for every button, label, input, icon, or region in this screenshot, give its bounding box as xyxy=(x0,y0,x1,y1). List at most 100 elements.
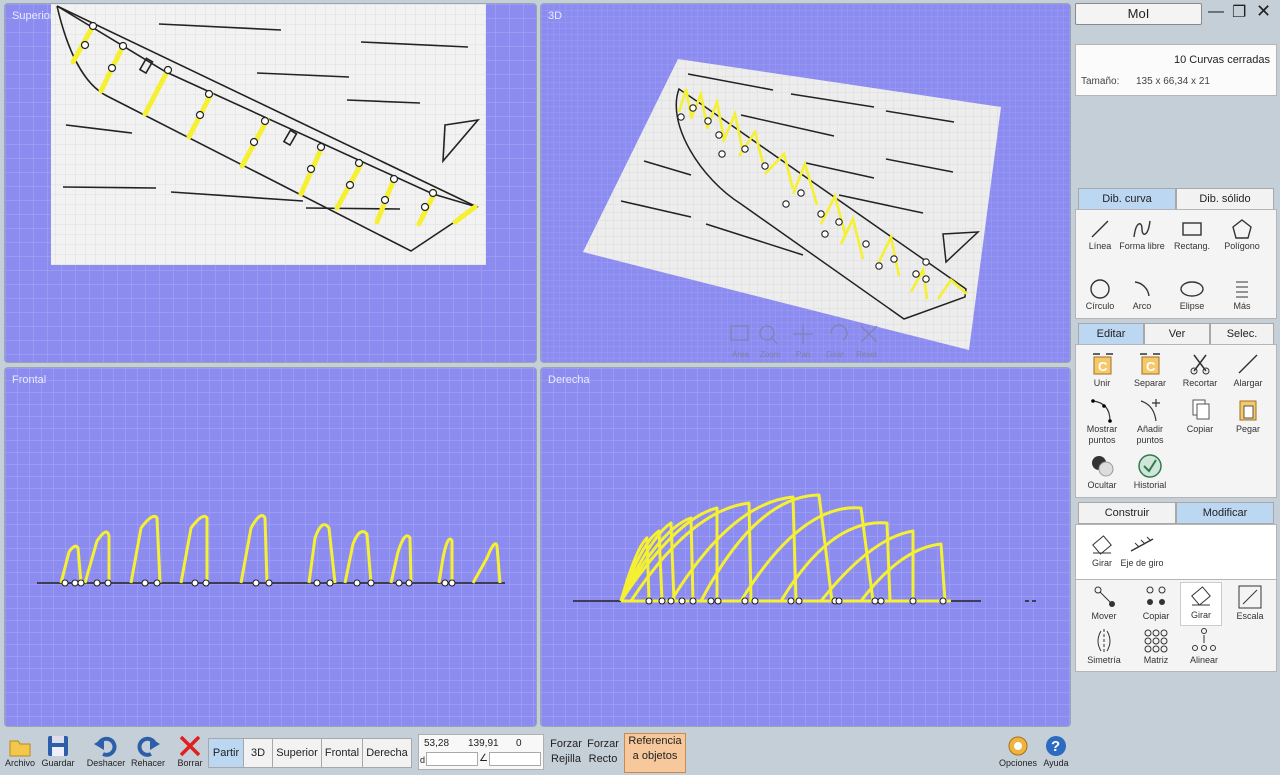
viewport-right-title[interactable]: Derecha xyxy=(548,374,590,386)
object-snap-button[interactable]: Referencia a objetos xyxy=(624,733,686,773)
array-icon xyxy=(1144,629,1168,653)
tab-draw-curve[interactable]: Dib. curva xyxy=(1078,188,1176,210)
viewport-front-title[interactable]: Frontal xyxy=(12,374,46,386)
minimize-icon[interactable]: — xyxy=(1208,3,1224,21)
history-tool[interactable]: Historial xyxy=(1126,453,1174,491)
svg-text:Zoom[interactable]: Zoom xyxy=(760,350,781,359)
copy-objects-icon xyxy=(1146,586,1166,605)
extend-icon xyxy=(1238,354,1258,374)
redo-button[interactable]: Rehacer xyxy=(128,734,168,768)
move-tool[interactable]: Mover xyxy=(1080,584,1128,622)
transform-tabs: Construir Modificar xyxy=(1078,502,1274,524)
right-view-canvas xyxy=(541,368,1070,726)
undo-icon xyxy=(94,736,117,757)
file-button[interactable]: Archivo xyxy=(2,734,38,768)
mirror-tool[interactable]: Simetría xyxy=(1080,628,1128,666)
svg-text:Girar[interactable]: Girar xyxy=(826,350,844,359)
rotate-icon xyxy=(1092,535,1112,555)
freeform-tool[interactable]: Forma libre xyxy=(1118,218,1166,252)
extend-tool[interactable]: Alargar xyxy=(1224,351,1272,389)
align-tool[interactable]: Alinear xyxy=(1180,628,1228,666)
paste-tool[interactable]: Pegar xyxy=(1224,397,1272,435)
viewport-top-title[interactable]: Superior xyxy=(12,10,54,22)
show-points-tool[interactable]: Mostrar puntos xyxy=(1078,397,1126,446)
viewport-right[interactable]: Derecha xyxy=(540,367,1071,727)
tab-modify[interactable]: Modificar xyxy=(1176,502,1274,524)
svg-text:C: C xyxy=(1146,359,1156,374)
save-icon xyxy=(48,736,68,756)
snap-straight-button[interactable]: Forzar Recto xyxy=(585,737,621,767)
tab-draw-solid[interactable]: Dib. sólido xyxy=(1176,188,1274,210)
show-points-icon xyxy=(1091,399,1112,423)
view-split-button[interactable]: Partir xyxy=(208,738,244,768)
join-icon: C xyxy=(1093,353,1113,375)
align-icon xyxy=(1192,628,1216,651)
app-title-box: MoI xyxy=(1075,3,1202,25)
helix-icon xyxy=(1236,281,1248,298)
polygon-tool[interactable]: Polígono xyxy=(1218,218,1266,252)
view-front-button[interactable]: Frontal xyxy=(321,738,363,768)
join-tool[interactable]: C Unir xyxy=(1078,351,1126,389)
maximize-icon[interactable]: ❐ xyxy=(1232,2,1246,22)
scale-tool[interactable]: Escala xyxy=(1226,584,1274,622)
side-panel: MoI — ❐ ✕ 10 Curvas cerradas Tamaño: 135… xyxy=(1074,0,1280,730)
view-top-button[interactable]: Superior xyxy=(272,738,322,768)
angle-label: ∠ xyxy=(479,753,488,764)
viewport-front[interactable]: Frontal xyxy=(4,367,537,727)
ellipse-icon xyxy=(1180,281,1204,297)
hide-tool[interactable]: Ocultar xyxy=(1078,453,1126,491)
draw-tabs: Dib. curva Dib. sólido xyxy=(1078,188,1274,210)
close-icon[interactable]: ✕ xyxy=(1256,1,1271,22)
array-tool[interactable]: Matriz xyxy=(1132,628,1180,666)
line-tool[interactable]: Línea xyxy=(1076,218,1124,252)
help-button[interactable]: ? Ayuda xyxy=(1036,734,1076,768)
viewport-3d-title[interactable]: 3D xyxy=(548,10,562,22)
viewport-3d[interactable]: 3D Área Zoom Pan Girar Reset xyxy=(540,3,1071,363)
distance-input[interactable] xyxy=(426,752,478,766)
tab-edit[interactable]: Editar xyxy=(1078,323,1144,345)
copy-transform-tool[interactable]: Copiar xyxy=(1132,584,1180,622)
history-icon xyxy=(1138,454,1162,478)
options-icon xyxy=(1008,736,1028,756)
polygon-icon xyxy=(1232,219,1252,239)
hide-icon xyxy=(1092,456,1114,477)
arc-tool[interactable]: Arco xyxy=(1118,278,1166,312)
draw-curve-panel: Línea Forma libre Rectang. Polígono Círc… xyxy=(1075,209,1277,319)
more-tool[interactable]: Más xyxy=(1218,278,1266,312)
svg-text:Pan[interactable]: Pan xyxy=(796,350,810,359)
tab-construct[interactable]: Construir xyxy=(1078,502,1176,524)
rotate-axis-tool[interactable]: Eje de giro xyxy=(1118,533,1166,569)
properties-box: 10 Curvas cerradas Tamaño: 135 x 66,34 x… xyxy=(1075,44,1277,96)
tab-select[interactable]: Selec. xyxy=(1210,323,1274,345)
coord-x: 53,28 xyxy=(424,738,450,749)
svg-text:Reset[interactable]: Reset xyxy=(856,350,878,359)
rectangle-icon xyxy=(1182,222,1202,236)
undo-button[interactable]: Deshacer xyxy=(86,734,126,768)
rectangle-tool[interactable]: Rectang. xyxy=(1168,218,1216,252)
svg-text:C: C xyxy=(1098,359,1108,374)
svg-text:Área[interactable]: Área xyxy=(732,350,749,359)
save-button[interactable]: Guardar xyxy=(40,734,76,768)
coord-z: 0 xyxy=(516,738,522,749)
rotate-subpanel: Girar Eje de giro xyxy=(1075,524,1277,581)
viewport-top[interactable]: Superior xyxy=(4,3,537,363)
rotate-tool[interactable]: Girar xyxy=(1180,582,1222,626)
tab-view[interactable]: Ver xyxy=(1144,323,1210,345)
snap-grid-button[interactable]: Forzar Rejilla xyxy=(548,737,584,767)
copy-tool[interactable]: Copiar xyxy=(1176,397,1224,435)
redo-icon xyxy=(137,736,160,757)
delete-button[interactable]: Borrar xyxy=(172,734,208,768)
view-3d-button[interactable]: 3D xyxy=(243,738,273,768)
rotate-icon-2 xyxy=(1191,586,1211,606)
separate-icon: C xyxy=(1140,353,1160,375)
transform-panel: Mover Copiar Girar Escala Simetría Matri… xyxy=(1075,579,1277,672)
angle-input[interactable] xyxy=(489,752,541,766)
trim-tool[interactable]: Recortar xyxy=(1176,351,1224,389)
view-right-button[interactable]: Derecha xyxy=(362,738,412,768)
perspective-view-canvas: Área Zoom Pan Girar Reset xyxy=(541,4,1070,362)
circle-tool[interactable]: Círculo xyxy=(1076,278,1124,312)
add-points-tool[interactable]: Añadir puntos xyxy=(1126,397,1174,446)
separate-tool[interactable]: C Separar xyxy=(1126,351,1174,389)
arc-icon xyxy=(1134,281,1150,297)
ellipse-tool[interactable]: Elipse xyxy=(1168,278,1216,312)
